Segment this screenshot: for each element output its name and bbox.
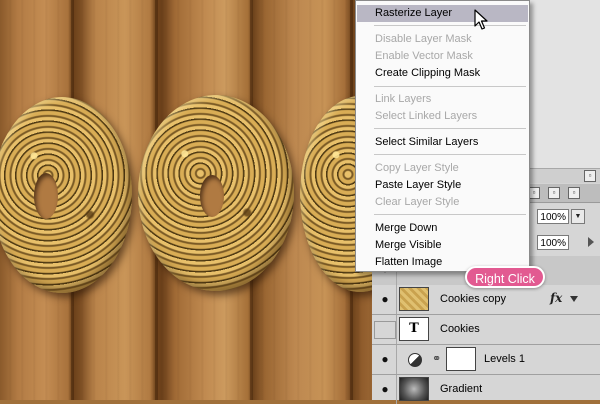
layer-name[interactable]: Cookies copy — [440, 293, 506, 305]
menu-separator — [374, 128, 526, 129]
menu-item-merge-visible[interactable]: Merge Visible — [357, 237, 528, 254]
opacity-dropdown-arrow[interactable]: ▼ — [571, 209, 585, 224]
visibility-toggle[interactable] — [374, 321, 396, 339]
menu-item-enable-vector-mask[interactable]: Enable Vector Mask — [357, 48, 528, 65]
layer-row[interactable]: ● Gradient — [372, 375, 600, 404]
menu-item-clear-layer-style[interactable]: Clear Layer Style — [357, 194, 528, 211]
eye-icon[interactable]: ● — [376, 382, 394, 396]
layer-thumbnail — [399, 377, 429, 401]
menu-item-merge-down[interactable]: Merge Down — [357, 220, 528, 237]
menu-item-select-similar-layers[interactable]: Select Similar Layers — [357, 134, 528, 151]
menu-separator — [374, 86, 526, 87]
trash-icon[interactable]: ▫ — [568, 187, 580, 199]
menu-separator — [374, 214, 526, 215]
cookie-hole — [200, 175, 224, 217]
layer-thumbnail — [399, 287, 429, 311]
menu-item-disable-layer-mask[interactable]: Disable Layer Mask — [357, 31, 528, 48]
eye-icon[interactable]: ● — [376, 352, 394, 366]
chain-link-icon[interactable]: ⚭ — [432, 352, 441, 365]
fill-field[interactable]: 100% — [537, 235, 569, 250]
panel-icon[interactable]: ▫ — [584, 170, 596, 182]
adjustment-layer-icon — [408, 353, 422, 367]
menu-separator — [374, 25, 526, 26]
layer-context-menu: Rasterize Layer Disable Layer Mask Enabl… — [355, 0, 530, 272]
layer-row[interactable]: T Cookies — [372, 315, 600, 345]
menu-item-rasterize-layer[interactable]: Rasterize Layer — [357, 5, 528, 22]
new-layer-icon[interactable]: ▫ — [548, 187, 560, 199]
menu-item-copy-layer-style[interactable]: Copy Layer Style — [357, 160, 528, 177]
fx-icon[interactable]: fx — [550, 291, 562, 305]
menu-item-create-clipping-mask[interactable]: Create Clipping Mask — [357, 65, 528, 82]
cookie-shape — [138, 95, 294, 291]
menu-item-paste-layer-style[interactable]: Paste Layer Style — [357, 177, 528, 194]
fill-arrow-icon[interactable] — [588, 237, 594, 247]
menu-item-link-layers[interactable]: Link Layers — [357, 91, 528, 108]
mouse-pointer-icon — [474, 9, 488, 30]
layer-name[interactable]: Cookies — [440, 323, 480, 335]
chevron-down-icon[interactable] — [570, 296, 578, 302]
text-layer-icon: T — [399, 317, 429, 341]
right-click-annotation: Right Click — [465, 266, 545, 288]
eye-icon[interactable]: ● — [376, 292, 394, 306]
menu-item-select-linked-layers[interactable]: Select Linked Layers — [357, 108, 528, 125]
layer-name[interactable]: Levels 1 — [484, 353, 525, 365]
menu-separator — [374, 154, 526, 155]
layer-mask-thumbnail — [446, 347, 476, 371]
cookie-shape — [0, 97, 132, 293]
layer-row[interactable]: ● ⚭ Levels 1 — [372, 345, 600, 375]
cookie-hole — [34, 173, 58, 219]
opacity-field[interactable]: 100% — [537, 209, 569, 224]
layer-name[interactable]: Gradient — [440, 383, 482, 395]
